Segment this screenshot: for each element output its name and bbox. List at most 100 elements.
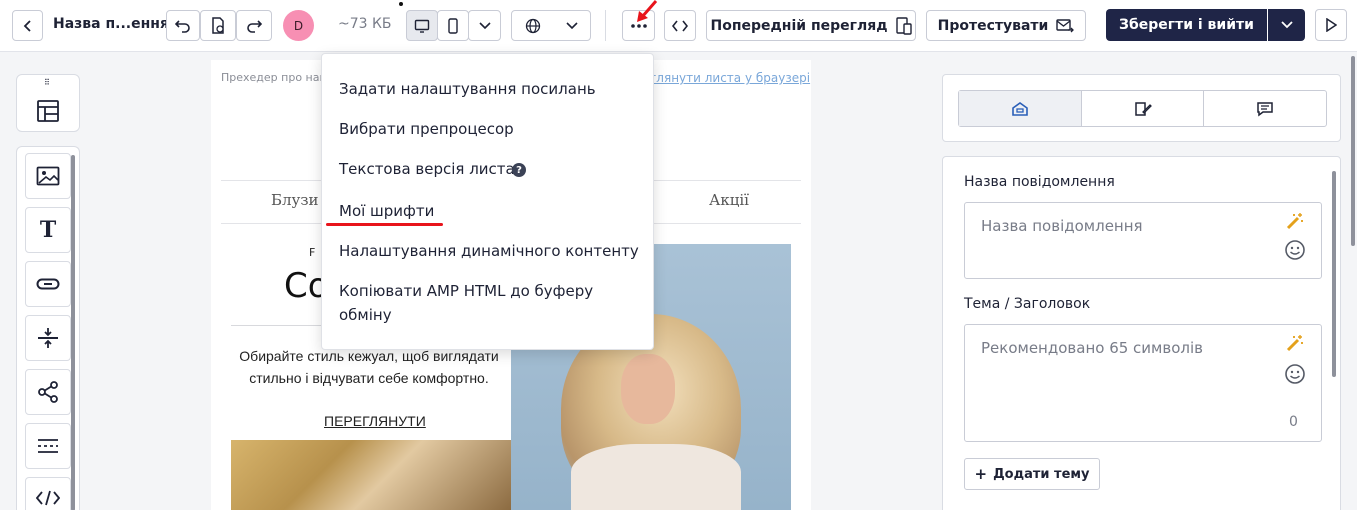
share-icon xyxy=(38,381,58,403)
view-in-browser-link[interactable]: глянути листа у браузері xyxy=(650,71,810,85)
subject-placeholder: Рекомендовано 65 символів xyxy=(981,339,1203,357)
view-link-cta[interactable]: ПЕРЕГЛЯНУТИ xyxy=(324,413,426,429)
test-button[interactable]: Протестувати xyxy=(926,10,1086,41)
emoji-icon[interactable] xyxy=(1284,239,1306,261)
undo-button[interactable] xyxy=(166,10,200,41)
message-name-placeholder: Назва повідомлення xyxy=(981,217,1143,235)
annotation-arrow xyxy=(637,0,658,22)
html-block-tool[interactable] xyxy=(25,477,71,510)
subject-label: Тема / Заголовок xyxy=(964,296,1091,312)
char-counter: 0 xyxy=(1289,414,1298,430)
spacer-block-tool[interactable] xyxy=(25,315,71,361)
menu-item-my-fonts[interactable]: Мої шрифти xyxy=(339,199,434,223)
chevron-left-icon xyxy=(23,19,31,32)
menu-item-copy-amp-line-2[interactable]: обміну xyxy=(339,303,392,327)
structure-panel: ⠿ xyxy=(16,74,80,132)
preview-devices-icon xyxy=(895,16,912,35)
section-eyebrow: F xyxy=(309,246,319,259)
divider-block-tool[interactable] xyxy=(25,423,71,469)
avatar-letter: D xyxy=(293,18,304,33)
menu-item-dynamic-content[interactable]: Налаштування динамічного контенту xyxy=(339,239,639,263)
divider-icon xyxy=(38,439,58,453)
add-subject-label: Додати тему xyxy=(993,466,1090,482)
preview-label: Попередній перегляд xyxy=(710,17,888,34)
message-title[interactable]: Назва п...ення xyxy=(53,16,169,32)
preview-button[interactable]: Попередній перегляд xyxy=(706,10,916,41)
emoji-icon[interactable] xyxy=(1284,363,1306,385)
menu-item-link-settings[interactable]: Задати налаштування посилань xyxy=(339,77,596,101)
tab-message-settings[interactable] xyxy=(959,91,1082,126)
language-dropdown[interactable] xyxy=(511,10,591,41)
message-settings-panel: Назва повідомлення Назва повідомлення Те… xyxy=(942,156,1341,510)
tab-comments[interactable] xyxy=(1204,91,1326,126)
layout-blocks-icon[interactable] xyxy=(36,99,60,123)
text-icon: T xyxy=(39,217,57,243)
annotation-underline xyxy=(326,223,443,226)
subject-field[interactable]: Рекомендовано 65 символів 0 xyxy=(964,324,1322,442)
redo-button[interactable] xyxy=(236,10,272,41)
spacer-icon xyxy=(38,328,58,348)
test-label: Протестувати xyxy=(937,17,1049,34)
button-block-tool[interactable] xyxy=(25,261,71,307)
preheader-text[interactable]: Прехедер про най xyxy=(221,71,327,84)
menu-item-copy-amp-line-1[interactable]: Копіювати AMP HTML до буферу xyxy=(339,279,593,303)
body-text-line-2: стильно і відчувати себе комфортно. xyxy=(249,370,489,386)
social-block-tool[interactable] xyxy=(25,369,71,415)
blocks-panel: T xyxy=(16,146,80,510)
globe-icon xyxy=(525,18,540,33)
more-options-menu: Задати налаштування посилань Вибрати пре… xyxy=(321,53,654,350)
undo-icon xyxy=(175,19,190,33)
page-scrollbar[interactable] xyxy=(1351,56,1355,246)
html-code-icon xyxy=(36,490,60,505)
comment-icon xyxy=(1257,101,1273,116)
mailbox-icon xyxy=(1012,101,1028,116)
code-view-button[interactable] xyxy=(664,10,696,41)
image-block-tool[interactable] xyxy=(25,153,71,199)
dot-marker xyxy=(399,2,403,6)
view-dropdown-button[interactable] xyxy=(468,10,501,41)
save-dropdown-button[interactable] xyxy=(1268,9,1305,41)
product-photo-bottom xyxy=(231,440,511,510)
document-history-icon xyxy=(212,16,224,34)
message-name-field[interactable]: Назва повідомлення xyxy=(964,202,1322,279)
desktop-view-button[interactable] xyxy=(406,10,438,41)
tools-scrollbar[interactable] xyxy=(71,155,75,510)
photo-face xyxy=(621,354,675,424)
text-block-tool[interactable]: T xyxy=(25,207,71,253)
history-button[interactable] xyxy=(200,10,236,41)
mobile-view-button[interactable] xyxy=(437,10,469,41)
chevron-down-icon xyxy=(565,21,578,29)
play-icon xyxy=(1326,18,1337,32)
drag-handle[interactable]: ⠿ xyxy=(44,78,50,87)
back-button[interactable] xyxy=(12,10,43,41)
mobile-icon xyxy=(448,17,458,34)
message-name-label: Назва повідомлення xyxy=(964,174,1115,190)
magic-wand-icon[interactable] xyxy=(1285,333,1305,353)
code-icon xyxy=(672,20,688,31)
save-and-exit-button[interactable]: Зберегти і вийти xyxy=(1106,9,1267,41)
send-mail-icon xyxy=(1056,18,1075,32)
button-icon xyxy=(36,278,60,290)
help-icon[interactable]: ? xyxy=(512,163,526,177)
redo-icon xyxy=(247,19,262,33)
chevron-down-icon xyxy=(478,21,491,29)
menu-item-preprocessor[interactable]: Вибрати препроцесор xyxy=(339,117,514,141)
settings-tabs xyxy=(958,90,1327,127)
run-button[interactable] xyxy=(1315,9,1347,41)
desktop-icon xyxy=(414,19,430,33)
magic-wand-icon[interactable] xyxy=(1285,211,1305,231)
add-subject-button[interactable]: + Додати тему xyxy=(964,458,1100,490)
nav-link-sales[interactable]: Акції xyxy=(709,191,749,209)
plus-icon: + xyxy=(974,465,988,483)
size-label: ~73 КБ xyxy=(338,16,392,32)
settings-scrollbar[interactable] xyxy=(1332,171,1336,377)
settings-tabs-panel xyxy=(942,74,1341,142)
more-horizontal-icon xyxy=(630,23,647,28)
nav-link-blouses[interactable]: Блузи xyxy=(271,191,319,209)
avatar[interactable]: D xyxy=(283,10,314,41)
body-text-line-1: Обирайте стиль кежуал, щоб виглядати xyxy=(239,348,499,364)
tab-appearance[interactable] xyxy=(1082,91,1205,126)
top-toolbar: Назва п...ення D ~73 КБ Попередній перег… xyxy=(0,0,1357,52)
photo-top xyxy=(571,444,741,510)
menu-item-text-version[interactable]: Текстова версія листа xyxy=(339,157,515,181)
